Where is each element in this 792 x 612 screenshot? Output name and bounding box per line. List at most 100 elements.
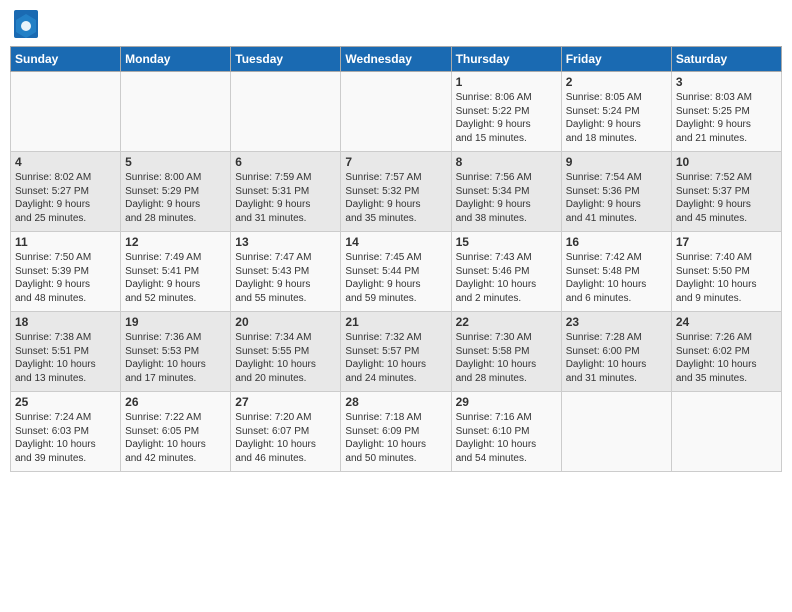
day-info: Sunrise: 7:16 AMSunset: 6:10 PMDaylight:… bbox=[456, 411, 557, 465]
day-number: 2 bbox=[566, 75, 667, 89]
calendar-cell: 10 Sunrise: 7:52 AMSunset: 5:37 PMDayligh… bbox=[671, 152, 781, 232]
day-info: Sunrise: 7:52 AMSunset: 5:37 PMDaylight:… bbox=[676, 171, 777, 225]
calendar-cell: 3 Sunrise: 8:03 AMSunset: 5:25 PMDaylight… bbox=[671, 72, 781, 152]
calendar-cell: 15 Sunrise: 7:43 AMSunset: 5:46 PMDayligh… bbox=[451, 232, 561, 312]
day-info: Sunrise: 7:57 AMSunset: 5:32 PMDaylight:… bbox=[345, 171, 446, 225]
day-info: Sunrise: 8:03 AMSunset: 5:25 PMDaylight:… bbox=[676, 91, 777, 145]
calendar-cell: 28 Sunrise: 7:18 AMSunset: 6:09 PMDayligh… bbox=[341, 392, 451, 472]
day-number: 20 bbox=[235, 315, 336, 329]
day-info: Sunrise: 7:47 AMSunset: 5:43 PMDaylight:… bbox=[235, 251, 336, 305]
day-header-sunday: Sunday bbox=[11, 47, 121, 72]
day-number: 16 bbox=[566, 235, 667, 249]
day-number: 12 bbox=[125, 235, 226, 249]
day-number: 28 bbox=[345, 395, 446, 409]
calendar-cell: 9 Sunrise: 7:54 AMSunset: 5:36 PMDaylight… bbox=[561, 152, 671, 232]
calendar-cell: 27 Sunrise: 7:20 AMSunset: 6:07 PMDayligh… bbox=[231, 392, 341, 472]
week-row-4: 18 Sunrise: 7:38 AMSunset: 5:51 PMDayligh… bbox=[11, 312, 782, 392]
page-header bbox=[10, 10, 782, 38]
day-number: 29 bbox=[456, 395, 557, 409]
day-number: 23 bbox=[566, 315, 667, 329]
day-number: 13 bbox=[235, 235, 336, 249]
calendar-cell bbox=[121, 72, 231, 152]
day-info: Sunrise: 8:05 AMSunset: 5:24 PMDaylight:… bbox=[566, 91, 667, 145]
day-info: Sunrise: 7:18 AMSunset: 6:09 PMDaylight:… bbox=[345, 411, 446, 465]
calendar-cell bbox=[11, 72, 121, 152]
calendar-cell: 5 Sunrise: 8:00 AMSunset: 5:29 PMDaylight… bbox=[121, 152, 231, 232]
calendar-cell: 21 Sunrise: 7:32 AMSunset: 5:57 PMDayligh… bbox=[341, 312, 451, 392]
day-info: Sunrise: 7:22 AMSunset: 6:05 PMDaylight:… bbox=[125, 411, 226, 465]
logo-icon bbox=[14, 10, 38, 38]
week-row-3: 11 Sunrise: 7:50 AMSunset: 5:39 PMDayligh… bbox=[11, 232, 782, 312]
day-info: Sunrise: 7:34 AMSunset: 5:55 PMDaylight:… bbox=[235, 331, 336, 385]
day-number: 27 bbox=[235, 395, 336, 409]
calendar-cell bbox=[671, 392, 781, 472]
calendar-cell: 20 Sunrise: 7:34 AMSunset: 5:55 PMDayligh… bbox=[231, 312, 341, 392]
week-row-1: 1 Sunrise: 8:06 AMSunset: 5:22 PMDaylight… bbox=[11, 72, 782, 152]
calendar-cell: 2 Sunrise: 8:05 AMSunset: 5:24 PMDaylight… bbox=[561, 72, 671, 152]
day-info: Sunrise: 7:40 AMSunset: 5:50 PMDaylight:… bbox=[676, 251, 777, 305]
day-info: Sunrise: 7:28 AMSunset: 6:00 PMDaylight:… bbox=[566, 331, 667, 385]
day-number: 5 bbox=[125, 155, 226, 169]
calendar-cell: 18 Sunrise: 7:38 AMSunset: 5:51 PMDayligh… bbox=[11, 312, 121, 392]
day-number: 21 bbox=[345, 315, 446, 329]
calendar-cell: 23 Sunrise: 7:28 AMSunset: 6:00 PMDayligh… bbox=[561, 312, 671, 392]
day-info: Sunrise: 7:43 AMSunset: 5:46 PMDaylight:… bbox=[456, 251, 557, 305]
calendar-cell: 14 Sunrise: 7:45 AMSunset: 5:44 PMDayligh… bbox=[341, 232, 451, 312]
calendar-cell: 11 Sunrise: 7:50 AMSunset: 5:39 PMDayligh… bbox=[11, 232, 121, 312]
day-number: 24 bbox=[676, 315, 777, 329]
calendar-cell: 29 Sunrise: 7:16 AMSunset: 6:10 PMDayligh… bbox=[451, 392, 561, 472]
day-header-wednesday: Wednesday bbox=[341, 47, 451, 72]
day-number: 1 bbox=[456, 75, 557, 89]
day-number: 4 bbox=[15, 155, 116, 169]
day-number: 25 bbox=[15, 395, 116, 409]
day-header-saturday: Saturday bbox=[671, 47, 781, 72]
calendar-cell: 22 Sunrise: 7:30 AMSunset: 5:58 PMDayligh… bbox=[451, 312, 561, 392]
day-info: Sunrise: 7:38 AMSunset: 5:51 PMDaylight:… bbox=[15, 331, 116, 385]
week-row-5: 25Sunrise: 7:24 AMSunset: 6:03 PMDayligh… bbox=[11, 392, 782, 472]
day-number: 18 bbox=[15, 315, 116, 329]
day-number: 10 bbox=[676, 155, 777, 169]
day-number: 15 bbox=[456, 235, 557, 249]
calendar-cell: 25Sunrise: 7:24 AMSunset: 6:03 PMDayligh… bbox=[11, 392, 121, 472]
calendar-cell: 24 Sunrise: 7:26 AMSunset: 6:02 PMDayligh… bbox=[671, 312, 781, 392]
day-number: 8 bbox=[456, 155, 557, 169]
day-info: Sunrise: 7:59 AMSunset: 5:31 PMDaylight:… bbox=[235, 171, 336, 225]
day-info: Sunrise: 7:56 AMSunset: 5:34 PMDaylight:… bbox=[456, 171, 557, 225]
day-number: 17 bbox=[676, 235, 777, 249]
day-info: Sunrise: 7:50 AMSunset: 5:39 PMDaylight:… bbox=[15, 251, 116, 305]
day-info: Sunrise: 7:42 AMSunset: 5:48 PMDaylight:… bbox=[566, 251, 667, 305]
day-info: Sunrise: 7:36 AMSunset: 5:53 PMDaylight:… bbox=[125, 331, 226, 385]
calendar-cell: 7 Sunrise: 7:57 AMSunset: 5:32 PMDaylight… bbox=[341, 152, 451, 232]
day-number: 7 bbox=[345, 155, 446, 169]
day-info: Sunrise: 8:06 AMSunset: 5:22 PMDaylight:… bbox=[456, 91, 557, 145]
calendar-cell: 8 Sunrise: 7:56 AMSunset: 5:34 PMDaylight… bbox=[451, 152, 561, 232]
calendar-cell: 16 Sunrise: 7:42 AMSunset: 5:48 PMDayligh… bbox=[561, 232, 671, 312]
day-number: 22 bbox=[456, 315, 557, 329]
calendar-cell: 1 Sunrise: 8:06 AMSunset: 5:22 PMDaylight… bbox=[451, 72, 561, 152]
day-info: Sunrise: 7:30 AMSunset: 5:58 PMDaylight:… bbox=[456, 331, 557, 385]
day-info: Sunrise: 8:00 AMSunset: 5:29 PMDaylight:… bbox=[125, 171, 226, 225]
day-number: 9 bbox=[566, 155, 667, 169]
day-info: Sunrise: 7:20 AMSunset: 6:07 PMDaylight:… bbox=[235, 411, 336, 465]
day-header-monday: Monday bbox=[121, 47, 231, 72]
day-header-friday: Friday bbox=[561, 47, 671, 72]
day-number: 6 bbox=[235, 155, 336, 169]
calendar-cell: 26 Sunrise: 7:22 AMSunset: 6:05 PMDayligh… bbox=[121, 392, 231, 472]
calendar-cell bbox=[231, 72, 341, 152]
day-info: Sunrise: 7:26 AMSunset: 6:02 PMDaylight:… bbox=[676, 331, 777, 385]
calendar-cell: 13 Sunrise: 7:47 AMSunset: 5:43 PMDayligh… bbox=[231, 232, 341, 312]
calendar-cell bbox=[341, 72, 451, 152]
week-row-2: 4 Sunrise: 8:02 AMSunset: 5:27 PMDaylight… bbox=[11, 152, 782, 232]
day-number: 26 bbox=[125, 395, 226, 409]
calendar-cell: 6 Sunrise: 7:59 AMSunset: 5:31 PMDaylight… bbox=[231, 152, 341, 232]
day-info: Sunrise: 7:45 AMSunset: 5:44 PMDaylight:… bbox=[345, 251, 446, 305]
day-number: 3 bbox=[676, 75, 777, 89]
day-info: Sunrise: 7:32 AMSunset: 5:57 PMDaylight:… bbox=[345, 331, 446, 385]
day-info: Sunrise: 7:54 AMSunset: 5:36 PMDaylight:… bbox=[566, 171, 667, 225]
day-header-thursday: Thursday bbox=[451, 47, 561, 72]
day-number: 14 bbox=[345, 235, 446, 249]
day-info: Sunrise: 8:02 AMSunset: 5:27 PMDaylight:… bbox=[15, 171, 116, 225]
day-number: 11 bbox=[15, 235, 116, 249]
days-header-row: SundayMondayTuesdayWednesdayThursdayFrid… bbox=[11, 47, 782, 72]
logo bbox=[14, 10, 42, 38]
